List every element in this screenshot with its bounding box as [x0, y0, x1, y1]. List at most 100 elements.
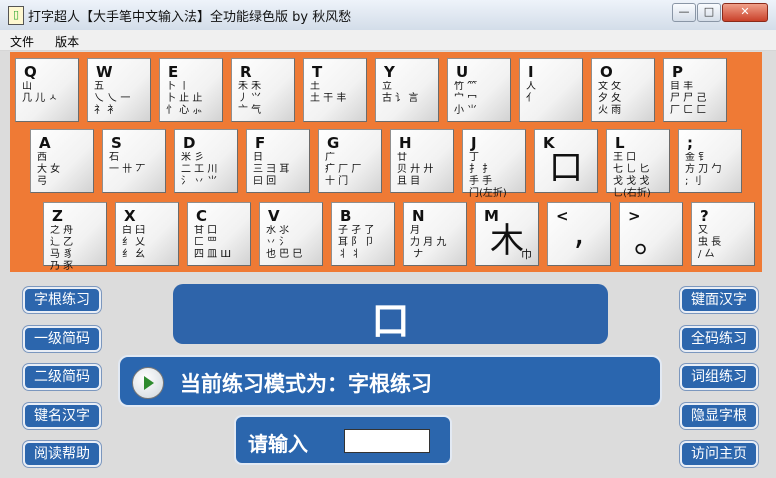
key-roots: 又 虫 長 / 厶 [698, 225, 722, 260]
key-letter: O [600, 63, 613, 81]
left-button-0[interactable]: 字根练习 [23, 287, 101, 313]
key-roots: 文 攵 夕 夂 火 雨 [598, 81, 622, 116]
key-21[interactable]: X白 臼 纟 乂 纟 幺 [115, 202, 179, 266]
key-17[interactable]: K口 [534, 129, 598, 193]
key-29[interactable]: ? 又 虫 長 / 厶 [691, 202, 755, 266]
key-15[interactable]: H廿 贝 廾 廾 且 目 [390, 129, 454, 193]
key-16[interactable]: J丁 扌 扌 手 手 门(左折) [462, 129, 526, 199]
key-25[interactable]: N月 力 月 九 ナ [403, 202, 467, 266]
key-roots: 土 土 干 丰 [310, 81, 347, 104]
key-roots: 立 古 讠 言 [382, 81, 419, 104]
key-23[interactable]: V水 ⺢ 丷 氵 也 巴 巳 [259, 202, 323, 266]
key-big-root: 口 [549, 148, 583, 188]
key-18[interactable]: L王 口 七 乚 匕 戈 戈 戈 乚(右折) [606, 129, 670, 199]
key-big-root: 。 [634, 221, 668, 261]
left-button-4[interactable]: 阅读帮助 [23, 441, 101, 467]
right-button-3[interactable]: 隐显字根 [680, 402, 758, 429]
key-sub-root: 巾 [521, 248, 532, 261]
key-letter: S [111, 134, 122, 152]
key-7[interactable]: I人 亻 [519, 58, 583, 122]
left-button-3[interactable]: 键名汉字 [23, 402, 101, 429]
key-roots: 五 乀 乀 一 礻 衤 [94, 81, 131, 116]
key-11[interactable]: S石 一 卄 丆 [102, 129, 166, 193]
key-big-root: , [573, 213, 585, 253]
key-roots: 水 ⺢ 丷 氵 也 巴 巳 [266, 225, 303, 260]
key-letter: V [268, 207, 280, 225]
key-letter: W [96, 63, 113, 81]
key-roots: 之 舟 辶 乙 马 豸 乃 豕 [50, 225, 74, 272]
menu-file[interactable]: 文件 [0, 30, 40, 50]
maximize-button[interactable]: □ [697, 3, 721, 22]
key-letter: E [168, 63, 179, 81]
right-button-4[interactable]: 访问主页 [680, 441, 758, 467]
key-letter: Z [52, 207, 63, 225]
key-letter: T [312, 63, 323, 81]
key-letter: R [240, 63, 252, 81]
key-letter: F [255, 134, 266, 152]
key-roots: 月 力 月 九 ナ [410, 225, 447, 260]
key-letter: C [196, 207, 208, 225]
key-22[interactable]: C甘 口 匚 罒 四 皿 Ш [187, 202, 251, 266]
key-letter: B [340, 207, 352, 225]
current-char: 口 [371, 299, 410, 343]
title-bar: ▯ 打字超人【大手笔中文输入法】全功能绿色版 by 秋风愁 — □ ✕ [0, 0, 776, 31]
key-8[interactable]: O文 攵 夕 夂 火 雨 [591, 58, 655, 122]
key-1[interactable]: W五 乀 乀 一 礻 衤 [87, 58, 151, 122]
key-5[interactable]: Y立 古 讠 言 [375, 58, 439, 122]
mode-bar: 当前练习模式为：字根练习 [118, 355, 662, 407]
key-letter: L [615, 134, 625, 152]
key-12[interactable]: D米 彡 二 工 川 氵 丷 ⺌ [174, 129, 238, 193]
key-6[interactable]: U竹 ⺮ 宀 冖 小 ⺌ [447, 58, 511, 122]
key-letter: G [327, 134, 340, 152]
answer-input[interactable] [344, 429, 430, 453]
key-3[interactable]: R禾 禾 丿 ⺍ 亠 气 [231, 58, 295, 122]
menu-version[interactable]: 版本 [45, 30, 85, 50]
key-roots: 西 大 女 弓 [37, 152, 61, 187]
key-20[interactable]: Z之 舟 辶 乙 马 豸 乃 豕 [43, 202, 107, 272]
key-26[interactable]: M木巾 [475, 202, 539, 266]
right-button-0[interactable]: 键面汉字 [680, 287, 758, 313]
right-button-1[interactable]: 全码练习 [680, 325, 758, 352]
key-0[interactable]: Q山 几 儿 ㅅ [15, 58, 79, 122]
key-28[interactable]: >。 [619, 202, 683, 266]
key-letter: A [39, 134, 51, 152]
key-roots: 目 丰 尸 尸 己 厂 ㄈ 匚 [670, 81, 707, 116]
key-roots: 竹 ⺮ 宀 冖 小 ⺌ [454, 81, 478, 116]
mode-text: 当前练习模式为：字根练习 [180, 372, 432, 396]
key-letter: Y [384, 63, 395, 81]
right-button-2[interactable]: 词组练习 [680, 364, 758, 390]
key-4[interactable]: T土 土 干 丰 [303, 58, 367, 122]
key-24[interactable]: B子 孑 了 耳 阝 卩 丬 丬 [331, 202, 395, 266]
key-14[interactable]: G广 疒 厂 厂 十 门 [318, 129, 382, 193]
key-roots: 丁 扌 扌 手 手 门(左折) [469, 152, 507, 199]
key-letter: D [183, 134, 196, 152]
key-roots: 日 三 彐 耳 曰 回 [253, 152, 290, 187]
key-19[interactable]: ; 金 钅 方 刀 勹 ; 刂 [678, 129, 742, 193]
key-letter: I [528, 63, 534, 81]
key-roots: 人 亻 [526, 81, 536, 104]
key-roots: 卜 丨 卜 止 止 忄 心 ⺗ [166, 81, 203, 116]
left-button-1[interactable]: 一级简码 [23, 325, 101, 352]
key-letter: H [399, 134, 412, 152]
root-keyboard: Q山 几 儿 ㅅW五 乀 乀 一 礻 衤E卜 丨 卜 止 止 忄 心 ⺗ R 禾 禾… [10, 52, 762, 272]
window-title: 打字超人【大手笔中文输入法】全功能绿色版 by 秋风愁 [28, 10, 352, 25]
key-roots: 甘 口 匚 罒 四 皿 Ш [194, 225, 232, 260]
key-roots: 王 口 七 乚 匕 戈 戈 戈 乚(右折) [613, 152, 651, 199]
key-roots: 石 一 卄 丆 [109, 152, 146, 175]
key-2[interactable]: E卜 丨 卜 止 止 忄 心 ⺗ [159, 58, 223, 122]
play-icon[interactable] [132, 367, 164, 399]
key-10[interactable]: A西 大 女 弓 [30, 129, 94, 193]
current-char-display: 口 [173, 284, 608, 344]
key-roots: 廿 贝 廾 廾 且 目 [397, 152, 434, 187]
dictionary-icon: ▯ [8, 6, 24, 25]
key-letter: N [412, 207, 425, 225]
close-button[interactable]: ✕ [722, 3, 768, 22]
key-roots: 山 几 儿 ㅅ [22, 81, 58, 104]
key-13[interactable]: F日 三 彐 耳 曰 回 [246, 129, 310, 193]
left-button-2[interactable]: 二级简码 [23, 364, 101, 390]
key-roots: 金 钅 方 刀 勹 ; 刂 [685, 152, 722, 187]
key-27[interactable]: <, [547, 202, 611, 266]
menu-bar: 文件 版本 [0, 30, 776, 51]
minimize-button[interactable]: — [672, 3, 696, 22]
key-9[interactable]: P目 丰 尸 尸 己 厂 ㄈ 匚 [663, 58, 727, 122]
